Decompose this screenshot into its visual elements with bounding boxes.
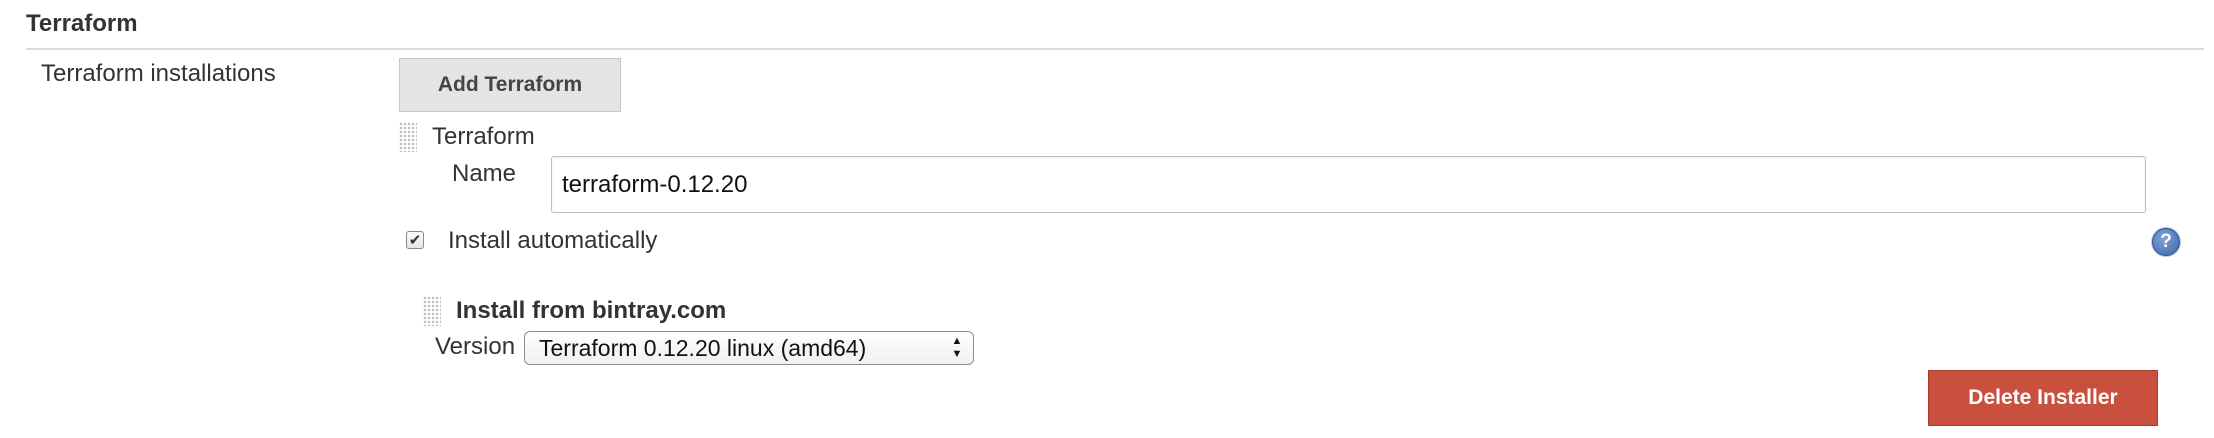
name-label: Name (452, 160, 517, 187)
tool-title: Terraform (432, 123, 535, 150)
installer-title: Install from bintray.com (456, 297, 727, 324)
version-select[interactable]: Terraform 0.12.20 linux (amd64) ▲ ▼ (524, 331, 974, 365)
drag-handle-icon[interactable] (399, 122, 417, 152)
install-automatically-label: Install automatically (448, 227, 658, 254)
terraform-installations-label: Terraform installations (41, 60, 276, 87)
version-label: Version (435, 333, 516, 360)
help-icon[interactable]: ? (2152, 228, 2180, 256)
install-automatically-checkbox[interactable]: ✔ (406, 231, 424, 249)
installer-drag-handle-icon[interactable] (423, 296, 441, 326)
section-title: Terraform (26, 10, 138, 37)
section-divider (26, 48, 2204, 50)
version-selected-value: Terraform 0.12.20 linux (amd64) (539, 334, 867, 361)
add-terraform-button[interactable]: Add Terraform (399, 58, 621, 112)
checkmark-icon: ✔ (408, 231, 422, 249)
name-input[interactable] (551, 156, 2146, 213)
select-arrows-icon: ▲ ▼ (951, 335, 963, 360)
delete-installer-button[interactable]: Delete Installer (1928, 370, 2158, 426)
